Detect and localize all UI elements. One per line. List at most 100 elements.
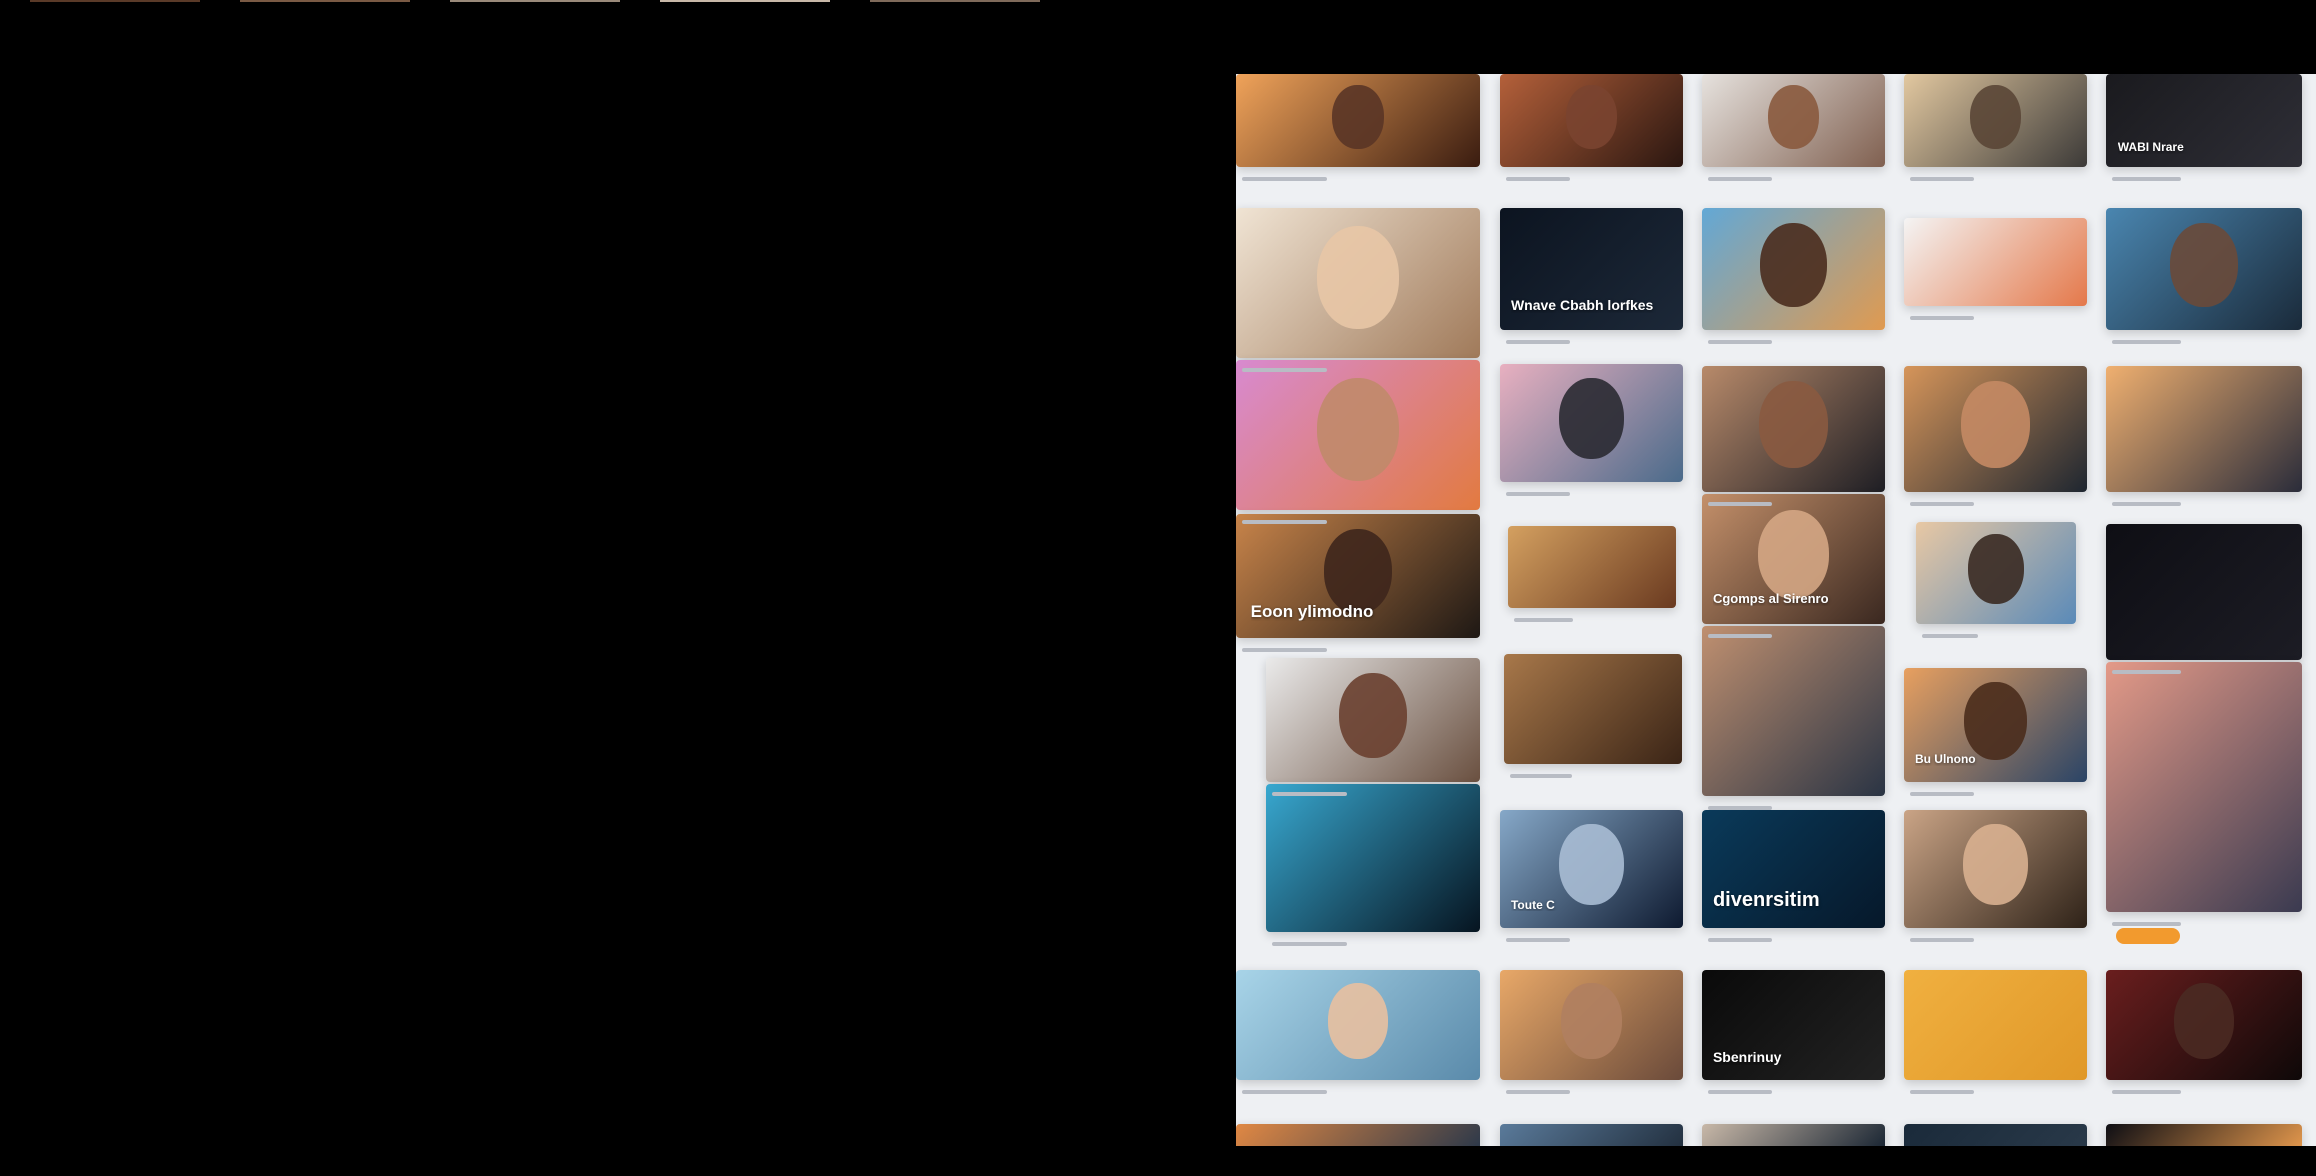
person-silhouette [1767, 85, 1820, 150]
tile-woman-closeup[interactable]: Cgomps al Sirenro [1702, 494, 1885, 624]
tile-headline: Sbenrinuy [1712, 1049, 1782, 1065]
caption-placeholder [1242, 177, 1327, 181]
caption-placeholder [1242, 520, 1327, 524]
tile-dark-title[interactable]: WABI Nrare [2106, 74, 2302, 167]
person-silhouette [1967, 534, 2025, 605]
caption-placeholder [1708, 634, 1772, 638]
caption-placeholder [1910, 938, 1974, 942]
caption-placeholder [1910, 1090, 1974, 1094]
image-grid-panel: WABI Nrare Wnave Cbabh lorfkes Eoon ylimod… [1236, 74, 2316, 1146]
tile-woman-dark-hair[interactable] [1904, 810, 2087, 928]
tile-man-portrait-city[interactable]: Bu Ulnono [1904, 668, 2087, 782]
tile-form-orange[interactable] [1904, 218, 2087, 306]
tile-dark-typography[interactable]: Sbenrinuy [1702, 970, 1885, 1080]
person-silhouette [1964, 681, 2027, 761]
tile-man-sunset[interactable] [1904, 74, 2087, 167]
tile-dark-text[interactable] [2106, 524, 2302, 660]
caption-placeholder [1910, 177, 1974, 181]
tile-woman-grey-top[interactable] [1266, 658, 1480, 782]
tile-blue-skyline[interactable] [1266, 784, 1480, 932]
tile-bottom-3[interactable] [1702, 1124, 1885, 1146]
person-silhouette [1758, 381, 1829, 468]
caption-placeholder [2112, 922, 2181, 926]
tile-woman-banner[interactable]: Eoon ylimodno [1236, 514, 1480, 638]
person-silhouette [2170, 222, 2238, 307]
person-silhouette [1559, 378, 1624, 460]
person-silhouette [1316, 226, 1400, 330]
caption-placeholder [1708, 502, 1772, 506]
top-color-strip [0, 0, 1080, 2]
tile-diversity[interactable]: divenrsitim [1702, 810, 1885, 928]
person-silhouette [1565, 85, 1618, 150]
person-silhouette [1559, 824, 1624, 906]
tile-collage-warm[interactable] [1504, 654, 1682, 764]
person-silhouette [1759, 222, 1828, 307]
top-strip-segment [30, 0, 200, 2]
tile-figure-pink-sky[interactable] [1500, 364, 1683, 482]
tile-old-man-colorful[interactable] [1236, 360, 1480, 510]
caption-placeholder [2112, 502, 2181, 506]
tile-bottom-5[interactable] [2106, 1124, 2302, 1146]
person-silhouette [2173, 983, 2235, 1059]
tile-face-blue[interactable]: Toute C [1500, 810, 1683, 928]
caption-placeholder [1910, 502, 1974, 506]
tile-bottom-4[interactable] [1904, 1124, 2087, 1146]
tile-woman-curly-hair[interactable] [1702, 74, 1885, 167]
tile-woman-glasses[interactable] [1500, 74, 1683, 167]
caption-placeholder [1910, 792, 1974, 796]
tile-sunset-landscape[interactable] [2106, 366, 2302, 492]
caption-placeholder [2112, 340, 2181, 344]
tile-bottom-1[interactable] [1236, 1124, 1480, 1146]
tile-hug-orange[interactable] [1500, 970, 1683, 1080]
caption-placeholder [1506, 177, 1570, 181]
top-strip-segment [450, 0, 620, 2]
caption-placeholder [2112, 177, 2181, 181]
caption-placeholder [1506, 340, 1570, 344]
tile-headline: Toute C [1510, 898, 1555, 912]
tile-headline: Cgomps al Sirenro [1712, 592, 1829, 606]
orange-pill-button[interactable] [2116, 928, 2180, 944]
tile-yellow-card[interactable] [1904, 970, 2087, 1080]
tile-woman-warm-room[interactable] [1904, 366, 2087, 492]
caption-placeholder [1510, 774, 1572, 778]
caption-placeholder [1506, 938, 1570, 942]
person-silhouette [1963, 824, 2028, 906]
caption-placeholder [2112, 670, 2181, 674]
caption-placeholder [1708, 938, 1772, 942]
tile-headline: Wnave Cbabh lorfkes [1510, 298, 1654, 313]
caption-placeholder [1272, 792, 1347, 796]
tile-interior-woman[interactable] [1236, 208, 1480, 358]
caption-placeholder [1242, 1090, 1327, 1094]
caption-placeholder [1910, 316, 1974, 320]
person-silhouette [1327, 983, 1389, 1059]
tile-woman-dark-jacket[interactable] [1702, 366, 1885, 492]
tile-woman-afro-blue[interactable] [1702, 208, 1885, 330]
tile-boy-tower[interactable] [1916, 522, 2076, 624]
image-grid: WABI Nrare Wnave Cbabh lorfkes Eoon ylimod… [1236, 74, 2316, 1146]
person-silhouette [1757, 509, 1830, 599]
person-silhouette [1316, 378, 1400, 482]
page-root: WABI Nrare Wnave Cbabh lorfkes Eoon ylimod… [0, 0, 2316, 1176]
tile-dark-event[interactable]: Wnave Cbabh lorfkes [1500, 208, 1683, 330]
tile-headline: divenrsitim [1712, 890, 1820, 912]
caption-placeholder [2112, 1090, 2181, 1094]
tile-man-blue[interactable] [2106, 208, 2302, 330]
person-silhouette [1969, 85, 2022, 150]
tile-man-blue-shirt[interactable] [1236, 970, 1480, 1080]
caption-placeholder [1514, 618, 1573, 622]
top-strip-segment [240, 0, 410, 2]
caption-placeholder [1922, 634, 1978, 638]
tile-tall-city[interactable] [2106, 662, 2302, 912]
top-strip-segment [870, 0, 1040, 2]
caption-placeholder [1242, 648, 1327, 652]
caption-placeholder [1708, 806, 1772, 810]
tile-bottom-2[interactable] [1500, 1124, 1683, 1146]
tile-headline: Bu Ulnono [1914, 753, 1976, 767]
caption-placeholder [1708, 340, 1772, 344]
tile-dark-red-scene[interactable] [2106, 970, 2302, 1080]
tile-headline: WABI Nrare [2117, 141, 2184, 154]
caption-placeholder [1506, 492, 1570, 496]
tile-collage-people[interactable] [1508, 526, 1676, 608]
tile-city-dusk[interactable] [1702, 626, 1885, 796]
tile-portrait-man-orange[interactable] [1236, 74, 1480, 167]
